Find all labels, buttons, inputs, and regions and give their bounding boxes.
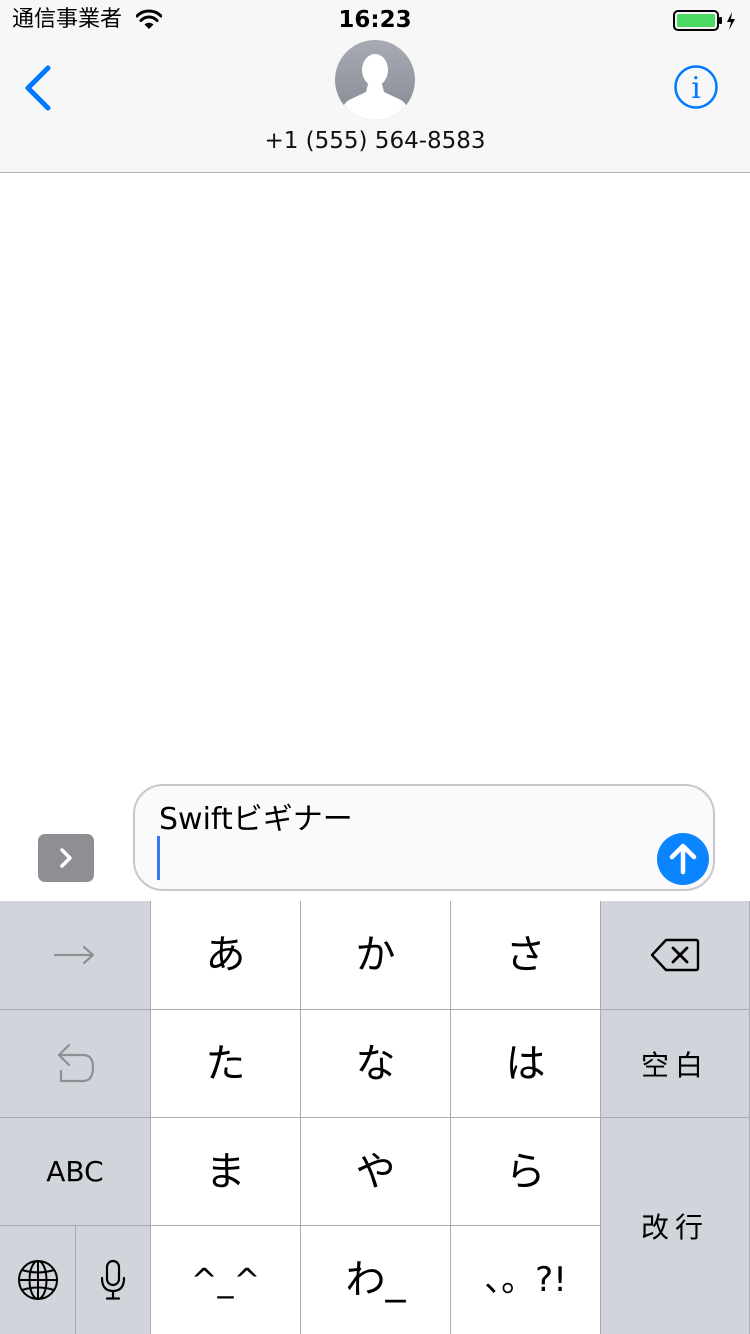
contact-avatar[interactable] — [335, 40, 415, 120]
key-ya-label: や — [355, 1148, 396, 1195]
key-sa[interactable]: さ — [451, 901, 601, 1010]
arrow-up-icon — [657, 833, 709, 885]
abc-key-label: ABC — [46, 1155, 104, 1188]
globe-key[interactable] — [0, 1226, 76, 1334]
microphone-icon — [100, 1259, 126, 1300]
punctuation-key-label: 、。?! — [484, 1260, 567, 1300]
key-ka-label: か — [355, 932, 396, 978]
key-ha[interactable]: は — [451, 1010, 601, 1118]
key-ra[interactable]: ら — [451, 1118, 601, 1226]
undo-icon — [57, 1043, 95, 1082]
person-silhouette-icon — [335, 40, 415, 120]
punctuation-key[interactable]: 、。?! — [451, 1226, 601, 1334]
back-button[interactable] — [14, 60, 64, 116]
globe-icon — [17, 1260, 58, 1300]
info-icon: i — [674, 65, 718, 109]
message-text[interactable]: Swiftビギナー — [159, 800, 353, 840]
key-ya[interactable]: や — [301, 1118, 451, 1226]
abc-key[interactable]: ABC — [0, 1118, 151, 1226]
kana-keyboard: あ か さ た な は 空白 ABC ま や ら 改行 ^_^ わ_ 、。?! — [0, 901, 750, 1334]
key-ma[interactable]: ま — [151, 1118, 301, 1226]
key-ma-label: ま — [205, 1148, 246, 1195]
key-ka[interactable]: か — [301, 901, 451, 1010]
key-na[interactable]: な — [301, 1010, 451, 1118]
text-cursor — [157, 836, 160, 880]
key-ha-label: は — [505, 1040, 546, 1087]
conversation-header: +1 (555) 564-8583 i — [0, 40, 750, 173]
delete-key[interactable] — [601, 901, 750, 1010]
send-button[interactable] — [657, 833, 709, 885]
svg-text:i: i — [691, 71, 701, 106]
next-candidate-key[interactable] — [0, 901, 151, 1010]
space-key[interactable]: 空白 — [601, 1010, 750, 1118]
key-ta[interactable]: た — [151, 1010, 301, 1118]
emoticon-key-label: ^_^ — [190, 1261, 261, 1299]
backspace-icon — [650, 938, 700, 972]
contact-number[interactable]: +1 (555) 564-8583 — [0, 124, 750, 158]
apps-toggle-button[interactable] — [38, 834, 94, 882]
key-ra-label: ら — [505, 1148, 546, 1195]
status-bar: 通信事業者 16:23 — [0, 0, 750, 40]
key-na-label: な — [355, 1040, 396, 1087]
key-a-label: あ — [205, 932, 246, 978]
return-key[interactable]: 改行 — [601, 1118, 750, 1334]
status-time: 16:23 — [338, 7, 412, 33]
chevron-right-icon — [60, 848, 72, 868]
key-sa-label: さ — [505, 932, 546, 978]
return-key-label: 改行 — [640, 1211, 709, 1244]
key-a[interactable]: あ — [151, 901, 301, 1010]
dictation-key[interactable] — [76, 1226, 151, 1334]
undo-key[interactable] — [0, 1010, 151, 1118]
space-key-label: 空白 — [640, 1048, 709, 1082]
battery-icon — [673, 10, 737, 32]
emoticon-key[interactable]: ^_^ — [151, 1226, 301, 1334]
message-input[interactable]: Swiftビギナー — [133, 784, 715, 891]
key-ta-label: た — [205, 1040, 246, 1087]
key-wa-label: わ_ — [345, 1257, 406, 1303]
key-wa[interactable]: わ_ — [301, 1226, 451, 1334]
arrow-right-icon — [53, 945, 95, 965]
info-button[interactable]: i — [673, 64, 719, 110]
